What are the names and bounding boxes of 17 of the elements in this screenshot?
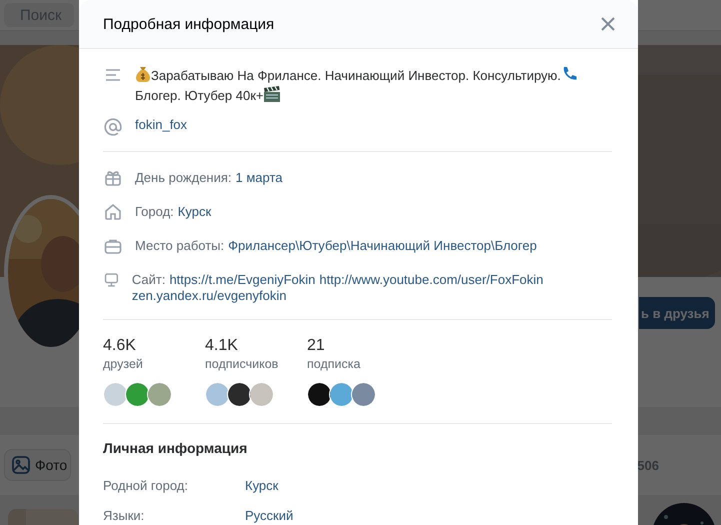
field-label: Языки: <box>103 508 146 522</box>
field-value-link[interactable]: Русский <box>245 508 294 522</box>
modal-title: Подробная информация <box>103 16 274 32</box>
counter-label[interactable]: подписка <box>307 356 409 372</box>
avatar[interactable] <box>227 382 252 407</box>
counter-value[interactable]: 4.6K <box>103 336 205 356</box>
section-heading: Личная информация <box>103 439 248 458</box>
counter-label[interactable]: подписчиков <box>205 356 307 372</box>
field-label: Родной город: <box>103 478 189 492</box>
avatar[interactable] <box>205 382 230 407</box>
image-icon <box>11 455 31 475</box>
counter-value[interactable]: 4.1K <box>205 336 307 356</box>
info-link[interactable]: zen.yandex.ru/evgenyfokin <box>132 288 286 304</box>
counter-value[interactable]: 21 <box>307 336 409 356</box>
counter-label[interactable]: друзей <box>103 356 205 372</box>
avatar[interactable] <box>307 382 332 407</box>
field-value-link[interactable]: Курск <box>245 478 278 492</box>
